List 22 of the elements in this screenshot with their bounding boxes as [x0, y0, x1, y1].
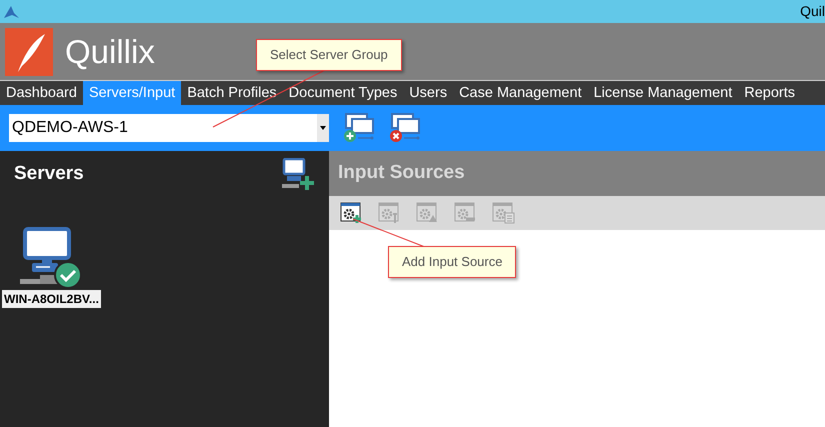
add-source-icon[interactable] — [340, 202, 364, 224]
remove-group-icon[interactable] — [389, 113, 421, 143]
nav-tab[interactable]: License Management — [588, 81, 738, 105]
server-group-select[interactable]: QDEMO-AWS-1 — [9, 114, 329, 142]
nav-tab[interactable]: Dashboard — [0, 81, 83, 105]
window-title: Quil — [800, 2, 825, 21]
nav-tab[interactable]: Users — [403, 81, 454, 105]
app-bird-icon — [3, 4, 19, 18]
dropdown-arrow-icon — [320, 126, 326, 130]
nav-tab[interactable]: Case Management — [453, 81, 588, 105]
panel-title: Servers — [14, 162, 84, 186]
add-server-icon[interactable] — [282, 158, 315, 190]
callout-tooltip: Select Server Group — [256, 39, 402, 70]
add-group-icon[interactable] — [343, 113, 375, 143]
server-name[interactable]: WIN-A8OIL2BV... — [2, 290, 101, 308]
app-name: Quillix — [65, 32, 155, 72]
section-title: Input Sources — [338, 161, 465, 186]
quill-logo-icon — [5, 28, 53, 76]
callout-tooltip: Add Input Source — [388, 246, 516, 278]
nav-tab[interactable]: Batch Profiles — [181, 81, 283, 105]
nav-tab[interactable]: Document Types — [282, 81, 404, 105]
nav-tab[interactable]: Reports — [738, 81, 802, 105]
